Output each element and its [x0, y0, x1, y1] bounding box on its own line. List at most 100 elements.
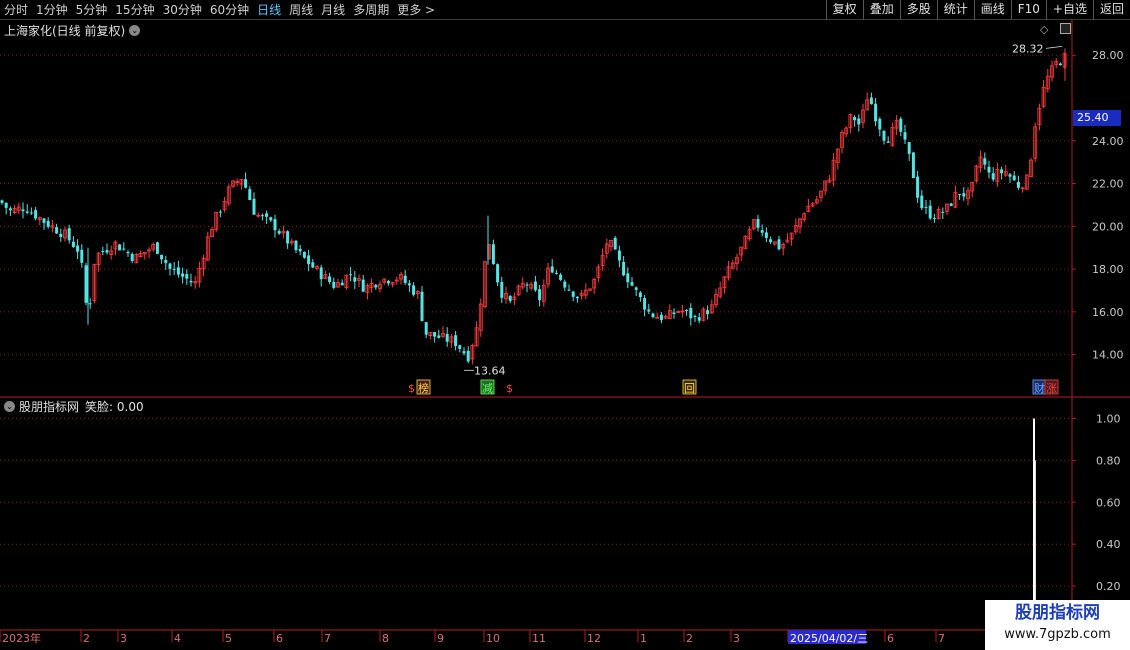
main-panel-title: 上海家化(日线 前复权): [4, 24, 126, 38]
y-tick-label: 18.00: [1092, 263, 1124, 276]
candle-body-down: [71, 241, 75, 247]
event-marker: 榜: [418, 381, 429, 395]
candle-body-down: [302, 251, 306, 258]
x-tick-label: 10: [486, 632, 500, 645]
candle-body-down: [706, 310, 710, 315]
candle-body-down: [769, 239, 773, 243]
candle-body-down: [907, 142, 911, 154]
candle-body-down: [958, 194, 962, 196]
y-tick-label: 16.00: [1092, 306, 1124, 319]
period-tab[interactable]: 周线: [285, 0, 317, 20]
candle-body-down: [575, 296, 579, 299]
candle-body-down: [886, 141, 890, 143]
candle-body-down: [617, 250, 621, 261]
candle-body-down: [1058, 63, 1062, 66]
candle-body-down: [458, 345, 462, 349]
event-marker: 减: [482, 382, 493, 395]
period-tab[interactable]: 分时: [0, 0, 32, 20]
candle-body-down: [374, 284, 378, 288]
candle-body-down: [176, 267, 180, 275]
tool-button[interactable]: +自选: [1045, 0, 1093, 20]
x-tick-label: 7: [938, 632, 945, 645]
high-price-label: 28.32: [1012, 42, 1044, 55]
panel-toggle-icon[interactable]: [1060, 23, 1071, 34]
candle-body-down: [307, 255, 311, 265]
candle-body-down: [760, 230, 764, 233]
diamond-icon[interactable]: ◇: [1040, 23, 1048, 36]
candle-body-down: [76, 245, 80, 252]
candle-body-down: [932, 217, 936, 219]
period-tab[interactable]: 更多 >: [393, 0, 439, 20]
x-tick-label: 5: [225, 632, 232, 645]
candle-body-down: [424, 322, 428, 335]
x-tick-label: 2025/04/02/三: [790, 632, 868, 645]
candle-body-down: [25, 211, 29, 213]
candle-body-down: [353, 277, 357, 282]
period-tab[interactable]: 日线: [253, 0, 285, 20]
tool-button[interactable]: 叠加: [862, 0, 900, 20]
low-price-label: 13.64: [474, 364, 506, 377]
tool-buttons: 复权 叠加 多股 统计 画线 F10 +自选 返回: [825, 0, 1130, 20]
event-marker: $: [408, 382, 415, 395]
y-tick-label: 1.00: [1096, 412, 1121, 425]
candle-body-down: [983, 158, 987, 165]
candle-body-down: [756, 218, 760, 228]
x-tick-label: 2: [83, 632, 90, 645]
candle-body-down: [420, 291, 424, 321]
watermark-url: www.7gpzb.com: [1004, 627, 1111, 642]
tool-button[interactable]: 多股: [899, 0, 937, 20]
tool-button[interactable]: 统计: [936, 0, 974, 20]
period-tab[interactable]: 30分钟: [159, 0, 206, 20]
candle-body-down: [697, 317, 701, 321]
candle-body-down: [260, 215, 264, 217]
candle-body-down: [311, 262, 315, 268]
candle-body-down: [386, 280, 390, 284]
candle-body-down: [407, 283, 411, 286]
candle-body-down: [1016, 181, 1020, 188]
candle-body-down: [42, 218, 46, 223]
candle-body-down: [265, 213, 269, 217]
x-tick-label: 2: [686, 632, 693, 645]
indicator-title: 股朋指标网: [19, 400, 80, 414]
x-tick-label: 1: [640, 632, 647, 645]
candle-body-down: [67, 228, 71, 241]
candle-body-down: [1000, 169, 1004, 174]
candle-body-down: [130, 253, 134, 261]
tool-button[interactable]: 返回: [1092, 0, 1130, 20]
candle-body-down: [991, 173, 995, 180]
candle-body-down: [962, 193, 966, 197]
candle-body-down: [218, 211, 222, 213]
candle-body-down: [349, 274, 353, 276]
tool-button[interactable]: F10: [1010, 0, 1046, 20]
tool-button[interactable]: 复权: [825, 0, 863, 20]
tool-button[interactable]: 画线: [973, 0, 1011, 20]
candle-body-down: [1012, 175, 1016, 181]
candle-body-down: [916, 176, 920, 198]
chevron-down-icon[interactable]: ⌄: [129, 25, 141, 36]
x-tick-label: 8: [382, 632, 389, 645]
candle-body-down: [164, 259, 168, 264]
candle-body-down: [181, 273, 185, 277]
period-tab[interactable]: 多周期: [349, 0, 393, 20]
event-marker: 涨: [1046, 382, 1057, 395]
chevron-down-icon[interactable]: ⌄: [4, 401, 15, 412]
candle-body-down: [613, 237, 617, 250]
candle-body-down: [55, 227, 59, 234]
candle-body-down: [0, 200, 4, 203]
candle-body-down: [84, 265, 88, 303]
period-tab[interactable]: 5分钟: [72, 0, 112, 20]
candle-body-down: [508, 295, 512, 301]
y-tick-label: 28.00: [1092, 49, 1124, 62]
indicator-value: 笑脸: 0.00: [85, 400, 144, 414]
x-tick-label: 6: [887, 632, 894, 645]
period-tab[interactable]: 15分钟: [111, 0, 158, 20]
candle-body-down: [638, 292, 642, 298]
period-tab[interactable]: 60分钟: [206, 0, 253, 20]
candle-body-down: [298, 248, 302, 252]
candle-body-down: [277, 231, 281, 234]
period-tab[interactable]: 1分钟: [32, 0, 72, 20]
candle-body-down: [903, 132, 907, 140]
candle-body-down: [172, 268, 176, 270]
period-tab[interactable]: 月线: [317, 0, 349, 20]
kline-chart[interactable]: 14.00 16.00 18.00 20.00 22.00 24.00 28.00 0.20 0…: [0, 20, 1130, 650]
